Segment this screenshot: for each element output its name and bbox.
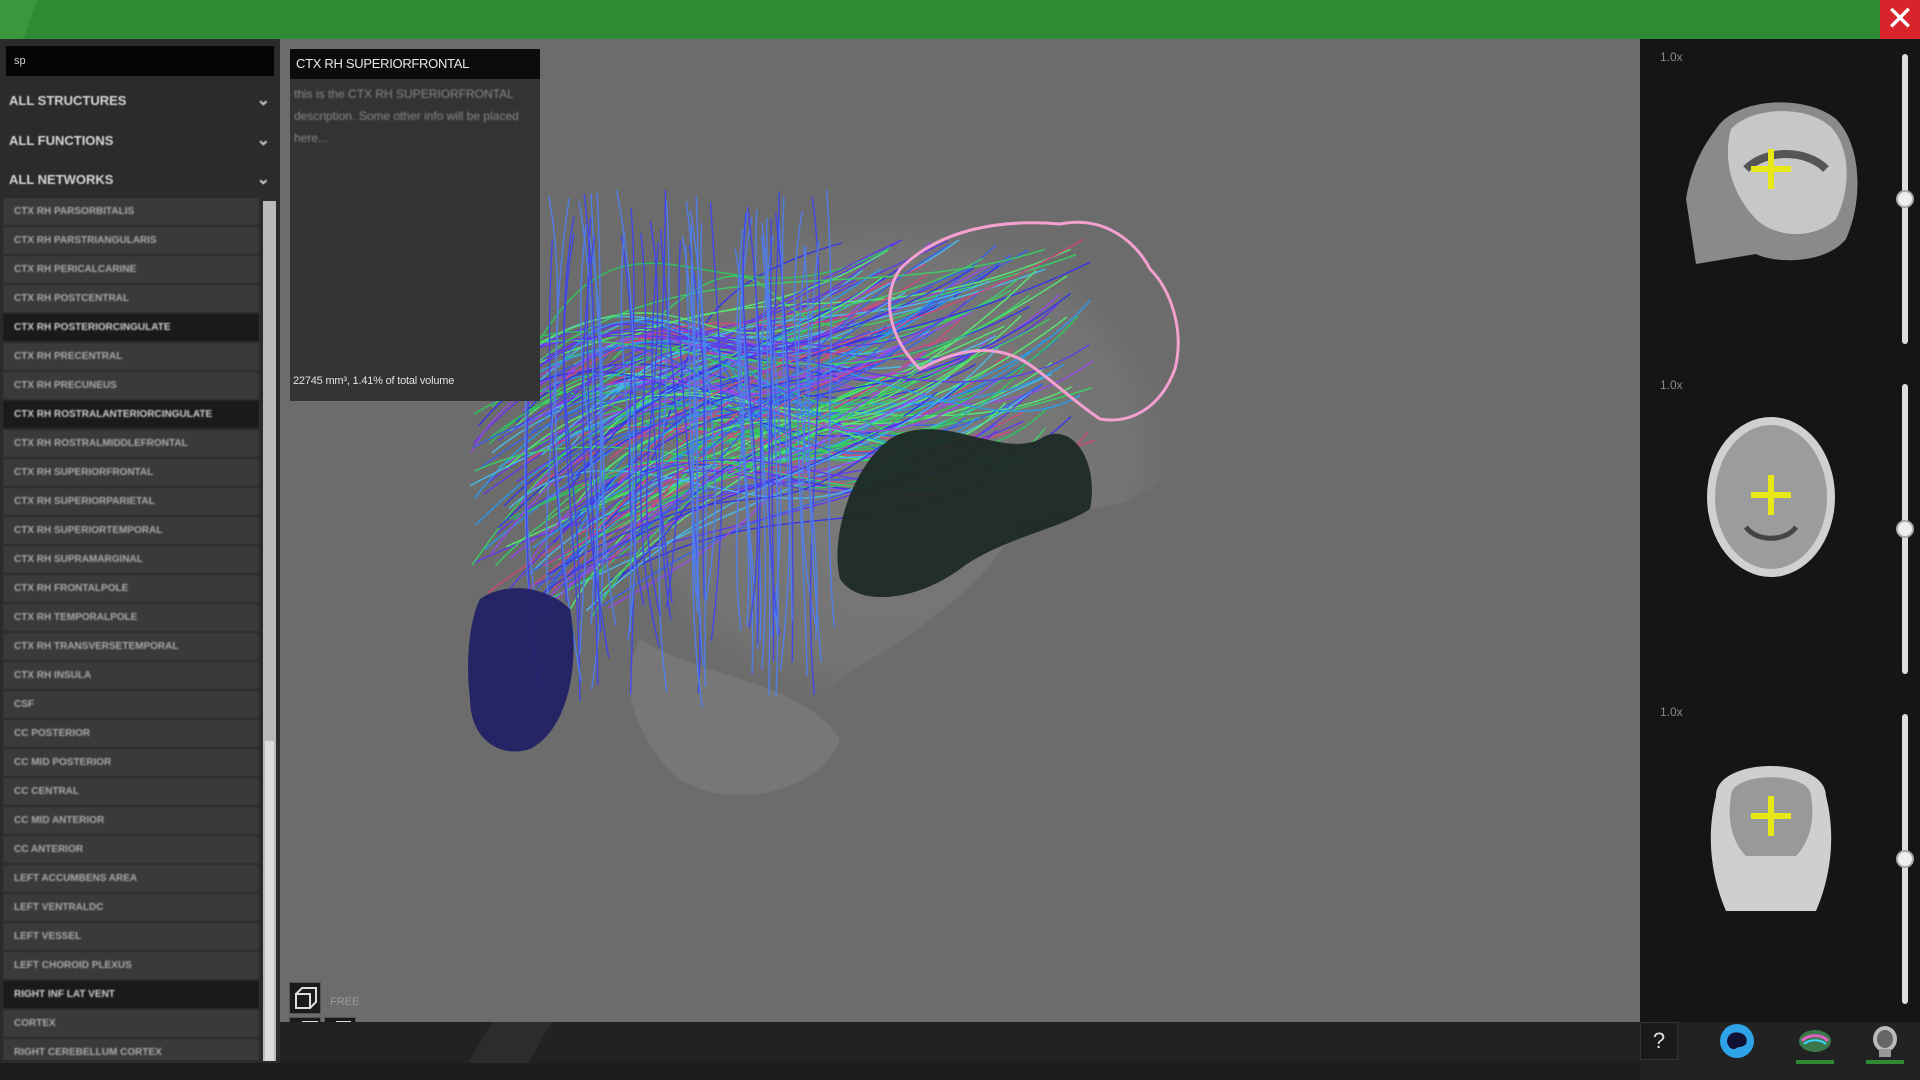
- chevron-down-icon: ⌄: [256, 171, 270, 188]
- mri-view-button[interactable]: [1866, 1022, 1904, 1064]
- structure-list-item[interactable]: CTX RH PERICALCARINE: [3, 256, 259, 285]
- structure-list-item[interactable]: CTX RH POSTCENTRAL: [3, 285, 259, 314]
- structure-list-item[interactable]: CTX RH PRECUNEUS: [3, 372, 259, 401]
- structure-list-item[interactable]: CSF: [3, 691, 259, 720]
- axial-zoom-label: 1.0x: [1660, 378, 1683, 392]
- structure-list-item[interactable]: CTX RH PARSORBITALIS: [3, 198, 259, 227]
- slice-panel: 1.0x 1.0x 1.0x: [1640, 39, 1920, 1022]
- tractography-brain-icon: [1799, 1030, 1831, 1052]
- structure-list-item[interactable]: LEFT ACCUMBENS AREA: [3, 865, 259, 894]
- coronal-slice-slider[interactable]: [1896, 714, 1914, 1004]
- mri-head-icon: [1873, 1026, 1897, 1057]
- structure-list-item[interactable]: CC ANTERIOR: [3, 836, 259, 865]
- sagittal-slice-slider[interactable]: [1896, 54, 1914, 344]
- dropdown-all-networks[interactable]: ALL NETWORKS ⌄: [6, 163, 274, 197]
- brain-globe-icon: [1720, 1024, 1754, 1058]
- info-panel: CTX RH SUPERIORFRONTAL this is the CTX R…: [290, 49, 540, 401]
- structure-list-item[interactable]: CTX RH TEMPORALPOLE: [3, 604, 259, 633]
- 3d-viewport[interactable]: CTX RH SUPERIORFRONTAL this is the CTX R…: [280, 39, 1640, 1022]
- list-scrollbar[interactable]: [263, 201, 276, 1061]
- coronal-slice-view[interactable]: [1676, 736, 1866, 916]
- structure-list-item[interactable]: CTX RH SUPERIORTEMPORAL: [3, 517, 259, 546]
- active-indicator: [1866, 1060, 1904, 1064]
- dropdown-label: ALL STRUCTURES: [9, 93, 127, 108]
- bottom-bar-slant: [468, 1022, 552, 1063]
- brain-globe-button[interactable]: [1718, 1022, 1756, 1060]
- slider-knob[interactable]: [1896, 520, 1914, 538]
- structure-list-item[interactable]: CTX RH TRANSVERSETEMPORAL: [3, 633, 259, 662]
- help-icon: ?: [1652, 1028, 1666, 1053]
- search-input[interactable]: [6, 46, 274, 76]
- structure-list-item[interactable]: CC CENTRAL: [3, 778, 259, 807]
- slider-knob[interactable]: [1896, 190, 1914, 208]
- info-title: CTX RH SUPERIORFRONTAL: [290, 49, 540, 79]
- sagittal-slice-view[interactable]: [1676, 89, 1866, 269]
- dropdown-all-structures[interactable]: ALL STRUCTURES ⌄: [6, 84, 274, 118]
- bottom-bar: [280, 1022, 1640, 1063]
- sidebar: ALL STRUCTURES ⌄ ALL FUNCTIONS ⌄ ALL NET…: [0, 39, 280, 1063]
- structure-list-item[interactable]: CC POSTERIOR: [3, 720, 259, 749]
- axial-slice-view[interactable]: [1676, 407, 1866, 587]
- top-bar-corner: [0, 0, 78, 39]
- structure-list-item[interactable]: CTX RH SUPERIORFRONTAL: [3, 459, 259, 488]
- dropdown-all-functions[interactable]: ALL FUNCTIONS ⌄: [6, 124, 274, 158]
- structure-list-item[interactable]: LEFT CHOROID PLEXUS: [3, 952, 259, 981]
- structure-list-item[interactable]: LEFT VESSEL: [3, 923, 259, 952]
- structure-list-item[interactable]: CTX RH PARSTRIANGULARIS: [3, 227, 259, 256]
- structure-list-item[interactable]: CTX RH FRONTALPOLE: [3, 575, 259, 604]
- occipital-structure: [468, 588, 574, 752]
- slider-knob[interactable]: [1896, 850, 1914, 868]
- structure-list-item[interactable]: CC MID POSTERIOR: [3, 749, 259, 778]
- structure-list-item[interactable]: CTX RH PRECENTRAL: [3, 343, 259, 372]
- structure-list-item[interactable]: CTX RH SUPERIORPARIETAL: [3, 488, 259, 517]
- structure-list-item[interactable]: LEFT VENTRALDC: [3, 894, 259, 923]
- close-x-icon: ✕: [1885, 0, 1915, 39]
- dropdown-label: ALL NETWORKS: [9, 172, 114, 187]
- structure-list-item[interactable]: RIGHT INF LAT VENT: [3, 981, 259, 1010]
- axial-slice-slider[interactable]: [1896, 384, 1914, 674]
- active-indicator: [1796, 1060, 1834, 1064]
- structure-list-item[interactable]: CTX RH SUPRAMARGINAL: [3, 546, 259, 575]
- right-bottom-toolbar: ?: [1640, 1022, 1920, 1080]
- sagittal-zoom-label: 1.0x: [1660, 50, 1683, 64]
- dropdown-label: ALL FUNCTIONS: [9, 133, 114, 148]
- structure-list-item[interactable]: CTX RH ROSTRALMIDDLEFRONTAL: [3, 430, 259, 459]
- structure-list-item[interactable]: CTX RH INSULA: [3, 662, 259, 691]
- chevron-down-icon: ⌄: [256, 92, 270, 109]
- chevron-down-icon: ⌄: [256, 132, 270, 149]
- info-description: this is the CTX RH SUPERIORFRONTAL descr…: [294, 87, 519, 145]
- structure-list-item[interactable]: CORTEX: [3, 1010, 259, 1039]
- free-view-label: FREE: [330, 996, 360, 1008]
- bottom-strip: [0, 1063, 1920, 1080]
- structure-list-item[interactable]: RIGHT CEREBELLUM CORTEX: [3, 1039, 259, 1060]
- close-button[interactable]: ✕: [1880, 0, 1920, 39]
- info-volume: 22745 mm³, 1.41% of total volume: [293, 375, 455, 387]
- perspective-cube-icon: [295, 987, 317, 1009]
- structure-list-item[interactable]: CTX RH POSTERIORCINGULATE: [3, 314, 259, 343]
- structure-list: CTX RH PARSORBITALIS CTX RH PARSTRIANGULA…: [3, 198, 259, 1060]
- structure-list-item[interactable]: CC MID ANTERIOR: [3, 807, 259, 836]
- top-bar: ✕: [0, 0, 1920, 39]
- help-button[interactable]: ?: [1640, 1022, 1678, 1060]
- perspective-view-button[interactable]: [289, 982, 321, 1014]
- structure-list-item[interactable]: CTX RH ROSTRALANTERIORCINGULATE: [3, 401, 259, 430]
- coronal-zoom-label: 1.0x: [1660, 705, 1683, 719]
- tractography-view-button[interactable]: [1796, 1022, 1834, 1064]
- scrollbar-thumb[interactable]: [265, 741, 274, 1061]
